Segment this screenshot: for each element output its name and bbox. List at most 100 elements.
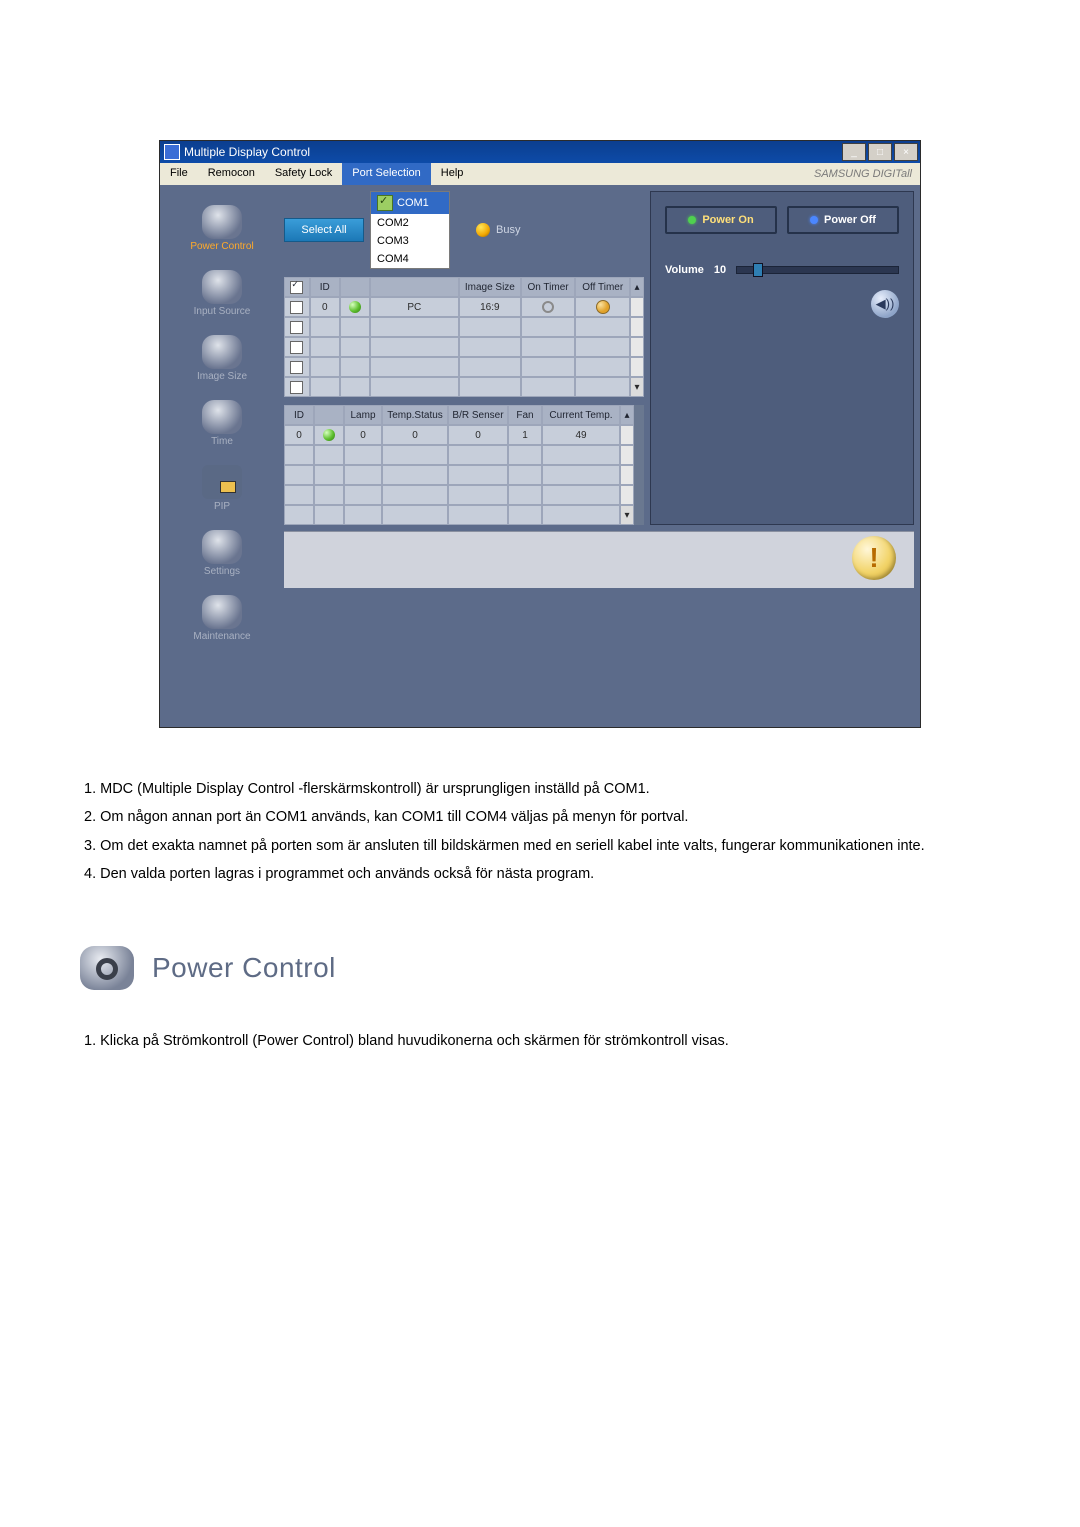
status-green-icon (349, 301, 361, 313)
section-body: 1. Klicka på Strömkontroll (Power Contro… (80, 1030, 1000, 1052)
section-line-1: 1. Klicka på Strömkontroll (Power Contro… (84, 1030, 996, 1052)
com-option-1[interactable]: COM1 (397, 197, 429, 209)
table-row (284, 357, 644, 377)
menu-help[interactable]: Help (431, 163, 474, 185)
col-image-size: Image Size (459, 277, 521, 297)
scroll-down-icon[interactable]: ▾ (630, 377, 644, 397)
com-option-2[interactable]: COM2 (377, 217, 409, 229)
app-window: Multiple Display Control _ □ × File Remo… (159, 140, 921, 728)
note-4: 4. Den valda porten lagras i programmet … (84, 863, 996, 885)
note-3: 3. Om det exakta namnet på porten som är… (84, 835, 996, 857)
table-row: ▾ (284, 505, 644, 525)
power-off-label: Power Off (824, 214, 876, 226)
sidebar-label-time: Time (211, 436, 233, 447)
speaker-button[interactable]: ◀)) (871, 290, 899, 318)
cell2-cur: 49 (542, 425, 620, 445)
scroll-down-icon[interactable]: ▾ (620, 505, 634, 525)
app-icon (164, 144, 180, 160)
note-2: 2. Om någon annan port än COM1 används, … (84, 806, 996, 828)
led-off-icon (810, 216, 818, 224)
sidebar-label-input: Input Source (194, 306, 251, 317)
table-row (284, 445, 644, 465)
menu-file[interactable]: File (160, 163, 198, 185)
sidebar-label-settings: Settings (204, 566, 240, 577)
volume-value: 10 (714, 264, 726, 276)
com-option-4[interactable]: COM4 (377, 253, 409, 265)
scroll-up-icon[interactable]: ▴ (620, 405, 634, 425)
scroll-up-icon[interactable]: ▴ (630, 277, 644, 297)
titlebar: Multiple Display Control _ □ × (160, 141, 920, 163)
table-row (284, 337, 644, 357)
row-checkbox[interactable] (290, 361, 303, 374)
cell-image-size: 16:9 (459, 297, 521, 317)
notes-list: 1. MDC (Multiple Display Control -flersk… (80, 778, 1000, 886)
control-panel: Power On Power Off Volume 10 (650, 191, 914, 525)
sidebar-item-time[interactable]: Time (202, 400, 242, 447)
table-row (284, 465, 644, 485)
menubar: File Remocon Safety Lock Port Selection … (160, 163, 920, 185)
checkmark-icon (377, 195, 393, 211)
close-button[interactable]: × (894, 143, 918, 161)
sidebar-item-settings[interactable]: Settings (202, 530, 242, 577)
section-title: Power Control (152, 952, 336, 984)
col-off-timer: Off Timer (575, 277, 630, 297)
col-source (370, 277, 459, 297)
power-icon (80, 946, 134, 990)
cell-source: PC (370, 297, 459, 317)
menu-safety-lock[interactable]: Safety Lock (265, 163, 342, 185)
busy-indicator: Busy (476, 223, 520, 237)
volume-slider[interactable] (736, 266, 899, 274)
grid2-header: ID Lamp Temp.Status B/R Senser Fan Curre… (284, 405, 644, 425)
row-checkbox[interactable] (290, 341, 303, 354)
volume-label: Volume (665, 264, 704, 276)
alert-icon: ! (852, 536, 896, 580)
settings-icon (202, 530, 242, 564)
busy-icon (476, 223, 490, 237)
maintenance-icon (202, 595, 242, 629)
display-grid: ID Image Size On Timer Off Timer ▴ 0 (284, 277, 644, 397)
select-all-button[interactable]: Select All (284, 218, 364, 242)
col2-lamp: Lamp (344, 405, 382, 425)
port-dropdown[interactable]: COM1 COM2 COM3 COM4 (370, 191, 450, 269)
sidebar-item-power-control[interactable]: Power Control (190, 205, 253, 252)
sidebar-item-pip[interactable]: PIP (202, 465, 242, 512)
table-row[interactable]: 0 PC 16:9 (284, 297, 644, 317)
status-strip: ! (284, 531, 914, 588)
slider-thumb[interactable] (753, 263, 763, 277)
table-row (284, 485, 644, 505)
row-checkbox[interactable] (290, 381, 303, 394)
busy-label: Busy (496, 224, 520, 236)
cell2-id: 0 (284, 425, 314, 445)
com-option-3[interactable]: COM3 (377, 235, 409, 247)
row-checkbox[interactable] (290, 321, 303, 334)
off-timer-icon (596, 300, 610, 314)
col2-id: ID (284, 405, 314, 425)
col-on-timer: On Timer (521, 277, 576, 297)
col2-status-icon (314, 405, 344, 425)
table-row[interactable]: 0 0 0 0 1 49 (284, 425, 644, 445)
sidebar-item-input-source[interactable]: Input Source (194, 270, 251, 317)
power-on-button[interactable]: Power On (665, 206, 777, 234)
cell2-fan: 1 (508, 425, 542, 445)
pip-icon (202, 465, 242, 499)
input-source-icon (202, 270, 242, 304)
power-off-button[interactable]: Power Off (787, 206, 899, 234)
note-1: 1. MDC (Multiple Display Control -flersk… (84, 778, 996, 800)
led-on-icon (688, 216, 696, 224)
menu-remocon[interactable]: Remocon (198, 163, 265, 185)
sidebar-item-maintenance[interactable]: Maintenance (193, 595, 250, 642)
brand-label: SAMSUNG DIGITall (814, 168, 920, 180)
col-id: ID (310, 277, 340, 297)
menu-port-selection[interactable]: Port Selection (342, 163, 430, 185)
sidebar-label-pip: PIP (214, 501, 230, 512)
minimize-button[interactable]: _ (842, 143, 866, 161)
row-checkbox[interactable] (290, 301, 303, 314)
sidebar-label-power: Power Control (190, 241, 253, 252)
image-size-icon (202, 335, 242, 369)
on-timer-icon (542, 301, 554, 313)
col2-brsenser: B/R Senser (448, 405, 508, 425)
header-checkbox[interactable] (290, 281, 303, 294)
maximize-button[interactable]: □ (868, 143, 892, 161)
col2-curtemp: Current Temp. (542, 405, 620, 425)
sidebar-item-image-size[interactable]: Image Size (197, 335, 247, 382)
